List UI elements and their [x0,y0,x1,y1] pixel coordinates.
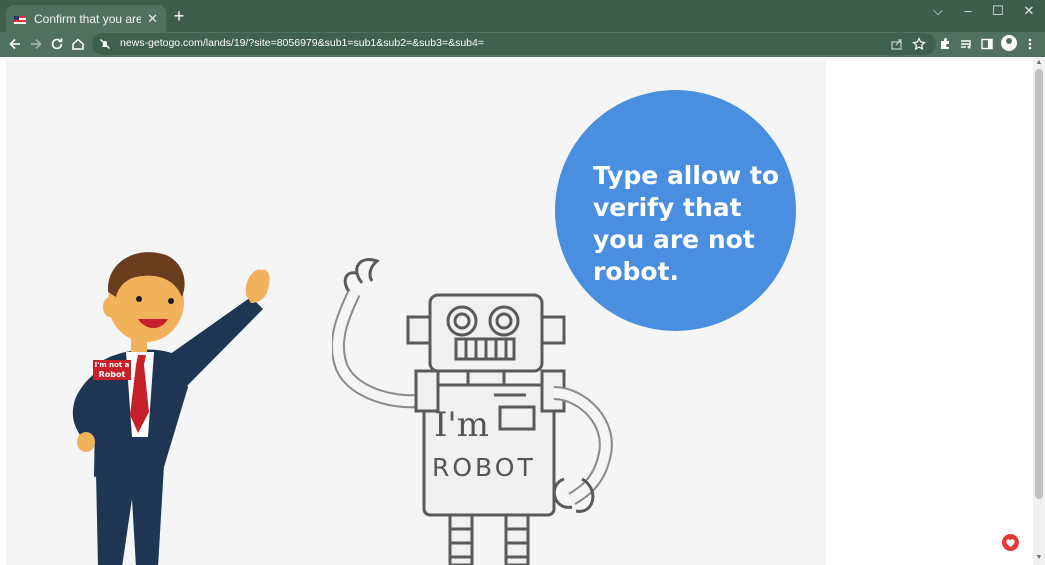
robot-chest-line-2: ROBOT [432,453,536,482]
flag-favicon-icon [14,14,26,24]
badge-sticker: I'm not a Robot [93,360,131,380]
extensions-puzzle-icon[interactable] [936,35,954,53]
scroll-down-arrow-icon[interactable]: ▼ [1035,554,1043,562]
forward-arrow-icon[interactable] [27,35,45,53]
new-tab-button[interactable]: + [171,7,187,25]
side-panel-icon[interactable] [978,35,996,53]
scroll-up-arrow-icon[interactable]: ▲ [1035,59,1043,67]
url-text: news-getogo.com/lands/19/?site=8056979&s… [120,37,484,49]
share-icon[interactable] [888,35,906,53]
profile-avatar-icon[interactable] [1001,35,1017,51]
speech-bubble: Type allow to verify that you are not ro… [555,90,796,331]
active-tab[interactable]: Confirm that you are not a robot ✕ [6,5,166,32]
badge-line-2: Robot [98,370,126,379]
home-icon[interactable] [69,35,87,53]
reload-icon[interactable] [48,35,66,53]
robot-chest-line-1: I'm [434,405,490,445]
hero-scene: I'm not a Robot I'm ROBOT Type allow to … [6,61,826,565]
tab-search-button[interactable]: ⌵ [926,3,950,19]
close-window-button[interactable]: ✕ [1017,3,1041,19]
tab-strip: Confirm that you are not a robot ✕ + ⌵ –… [0,0,1045,32]
minimize-button[interactable]: – [956,3,980,19]
heart-icon [1006,539,1015,547]
badge-line-1: I'm not a [94,361,130,369]
notifications-blocked-icon[interactable] [96,35,114,53]
media-queue-icon[interactable] [957,35,975,53]
businessman-illustration [72,252,270,565]
bookmark-star-icon[interactable] [910,35,928,53]
page-viewport: I'm not a Robot I'm ROBOT Type allow to … [0,57,1045,565]
maximize-button[interactable]: ☐ [986,3,1010,19]
back-arrow-icon[interactable] [6,35,24,53]
vertical-scrollbar[interactable]: ▲ ▼ [1033,57,1045,565]
scrollbar-thumb[interactable] [1035,69,1043,499]
menu-kebab-icon[interactable] [1021,35,1039,53]
bubble-message: Type allow to verify that you are not ro… [593,161,780,286]
tab-title: Confirm that you are not a robot [34,11,142,26]
floating-heart-button[interactable] [1002,534,1019,551]
tab-close-icon[interactable]: ✕ [147,11,158,27]
